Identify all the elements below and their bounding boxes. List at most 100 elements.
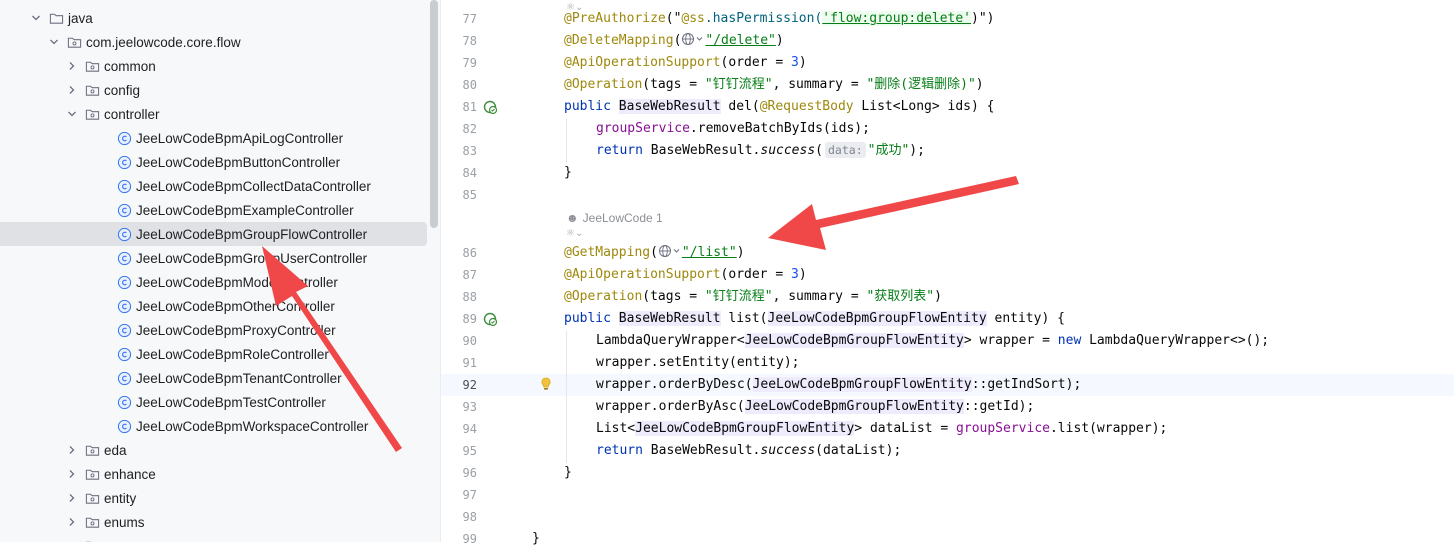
code-vision-hint[interactable]: ⚛⌄ <box>566 226 583 242</box>
tree-item-jeelowcodebpmcollectdatacontroller[interactable]: JeeLowCodeBpmCollectDataController <box>0 174 428 198</box>
author-hint[interactable]: ☻ JeeLowCode 1 <box>566 210 663 226</box>
tree-item-label: JeeLowCodeBpmGroupUserController <box>136 250 368 266</box>
line-number[interactable]: 78 <box>441 30 477 52</box>
code-line-84[interactable]: } <box>564 162 572 184</box>
package-icon <box>66 34 82 50</box>
line-number[interactable]: 80 <box>441 74 477 96</box>
code-line-96[interactable]: } <box>564 462 572 484</box>
code-line-89[interactable]: public BaseWebResult list(JeeLowCodeBpmG… <box>564 308 1065 330</box>
package-icon <box>84 442 100 458</box>
chevron-right-icon[interactable] <box>64 78 80 102</box>
tree-item-label: JeeLowCodeBpmApiLogController <box>136 130 344 146</box>
line-number[interactable]: 97 <box>441 484 477 506</box>
line-number[interactable]: 79 <box>441 52 477 74</box>
code-line-90[interactable]: LambdaQueryWrapper<JeeLowCodeBpmGroupFlo… <box>596 330 1269 352</box>
line-number[interactable]: 82 <box>441 118 477 140</box>
package-icon <box>84 490 100 506</box>
line-number[interactable]: 87 <box>441 264 477 286</box>
project-tree-scrollbar[interactable] <box>428 0 440 542</box>
tree-item-jeelowcodebpmworkspacecontroller[interactable]: JeeLowCodeBpmWorkspaceController <box>0 414 428 438</box>
tree-item-enhance[interactable]: enhance <box>0 462 428 486</box>
code-line-92[interactable]: wrapper.orderByDesc(JeeLowCodeBpmGroupFl… <box>596 374 1081 396</box>
line-number[interactable]: 81 <box>441 96 477 118</box>
tree-item-more[interactable] <box>0 534 428 542</box>
line-number[interactable]: 94 <box>441 418 477 440</box>
code-text: )") <box>971 11 995 26</box>
line-number[interactable]: 84 <box>441 162 477 184</box>
code-text: entity) { <box>986 311 1065 326</box>
code-line-77[interactable]: @PreAuthorize("@ss.hasPermission('flow:g… <box>564 8 995 30</box>
line-number[interactable]: 77 <box>441 8 477 30</box>
line-number[interactable]: 95 <box>441 440 477 462</box>
line-number[interactable]: 86 <box>441 242 477 264</box>
lightbulb-icon[interactable] <box>538 376 554 392</box>
code-line-91[interactable]: wrapper.setEntity(entity); <box>596 352 800 374</box>
java-class-icon <box>116 346 132 362</box>
code-line-82[interactable]: groupService.removeBatchByIds(ids); <box>596 118 870 140</box>
tree-item-entity[interactable]: entity <box>0 486 428 510</box>
code-line-95[interactable]: return BaseWebResult.success(dataList); <box>596 440 901 462</box>
chevron-down-icon[interactable] <box>64 102 80 126</box>
line-number[interactable]: 92 <box>441 374 477 396</box>
chevron-right-icon[interactable] <box>64 462 80 486</box>
tree-item-jeelowcodebpmapilogcontroller[interactable]: JeeLowCodeBpmApiLogController <box>0 126 428 150</box>
code-line-99[interactable]: } <box>532 528 540 550</box>
tree-item-jeelowcodebpmgroupusercontroller[interactable]: JeeLowCodeBpmGroupUserController <box>0 246 428 270</box>
string-literal[interactable]: "/list" <box>682 245 737 260</box>
line-number[interactable]: 99 <box>441 528 477 550</box>
tree-item-jeelowcodebpmrolecontroller[interactable]: JeeLowCodeBpmRoleController <box>0 342 428 366</box>
tree-item-jeelowcodebpmgroupflowcontroller[interactable]: JeeLowCodeBpmGroupFlowController <box>0 222 427 246</box>
code-line-86[interactable]: @GetMapping("/list") <box>564 242 745 264</box>
tree-item-jeelowcodebpmexamplecontroller[interactable]: JeeLowCodeBpmExampleController <box>0 198 428 222</box>
globe-icon[interactable] <box>658 244 682 258</box>
tree-item-jeelowcodebpmmodelcontroller[interactable]: JeeLowCodeBpmModelController <box>0 270 428 294</box>
chevron-right-icon[interactable] <box>64 510 80 534</box>
code-text: (order = <box>720 55 791 70</box>
line-number[interactable]: 98 <box>441 506 477 528</box>
chevron-down-icon[interactable] <box>28 6 44 30</box>
line-number[interactable]: 96 <box>441 462 477 484</box>
line-number[interactable]: 89 <box>441 308 477 330</box>
tree-item-jeelowcodebpmtestcontroller[interactable]: JeeLowCodeBpmTestController <box>0 390 428 414</box>
tree-item-enums[interactable]: enums <box>0 510 428 534</box>
code-line-79[interactable]: @ApiOperationSupport(order = 3) <box>564 52 807 74</box>
code-line-81[interactable]: public BaseWebResult del(@RequestBody Li… <box>564 96 995 118</box>
chevron-right-icon[interactable] <box>64 534 80 542</box>
string-literal[interactable]: "/delete" <box>705 33 775 48</box>
tree-item-jeelowcodebpmproxycontroller[interactable]: JeeLowCodeBpmProxyController <box>0 318 428 342</box>
scrollbar-thumb[interactable] <box>430 0 438 228</box>
tree-item-jeelowcodebpmtenantcontroller[interactable]: JeeLowCodeBpmTenantController <box>0 366 428 390</box>
line-number[interactable]: 93 <box>441 396 477 418</box>
tree-item-common[interactable]: common <box>0 54 428 78</box>
code-line-80[interactable]: @Operation(tags = "钉钉流程", summary = "删除(… <box>564 74 984 96</box>
code-text: .list(wrapper); <box>1049 421 1168 436</box>
code-line-94[interactable]: List<JeeLowCodeBpmGroupFlowEntity> dataL… <box>596 418 1167 440</box>
java-class-icon <box>116 322 132 338</box>
chevron-right-icon[interactable] <box>64 438 80 462</box>
code-line-93[interactable]: wrapper.orderByAsc(JeeLowCodeBpmGroupFlo… <box>596 396 1034 418</box>
code-line-88[interactable]: @Operation(tags = "钉钉流程", summary = "获取列… <box>564 286 942 308</box>
code-line-78[interactable]: @DeleteMapping("/delete") <box>564 30 784 52</box>
project-tree: java com.jeelowcode.core.flow common config… <box>0 0 428 542</box>
run-endpoint-icon[interactable] <box>482 311 498 327</box>
line-number[interactable]: 91 <box>441 352 477 374</box>
tree-item-java[interactable]: java <box>0 6 428 30</box>
chevron-right-icon[interactable] <box>64 54 80 78</box>
java-class-icon <box>116 274 132 290</box>
code-line-87[interactable]: @ApiOperationSupport(order = 3) <box>564 264 807 286</box>
tree-item-jeelowcodebpmbuttoncontroller[interactable]: JeeLowCodeBpmButtonController <box>0 150 428 174</box>
line-number[interactable]: 88 <box>441 286 477 308</box>
line-number[interactable]: 83 <box>441 140 477 162</box>
tree-item-controller[interactable]: controller <box>0 102 428 126</box>
tree-item-eda[interactable]: eda <box>0 438 428 462</box>
tree-item-config[interactable]: config <box>0 78 428 102</box>
chevron-right-icon[interactable] <box>64 486 80 510</box>
line-number[interactable]: 85 <box>441 184 477 206</box>
chevron-down-icon[interactable] <box>46 30 62 54</box>
line-number[interactable]: 90 <box>441 330 477 352</box>
run-endpoint-icon[interactable] <box>482 99 498 115</box>
tree-item-com-jeelowcode-core-flow[interactable]: com.jeelowcode.core.flow <box>0 30 428 54</box>
globe-icon[interactable] <box>681 32 705 46</box>
code-line-83[interactable]: return BaseWebResult.success(data: "成功"); <box>596 140 925 162</box>
tree-item-jeelowcodebpmothercontroller[interactable]: JeeLowCodeBpmOtherController <box>0 294 428 318</box>
